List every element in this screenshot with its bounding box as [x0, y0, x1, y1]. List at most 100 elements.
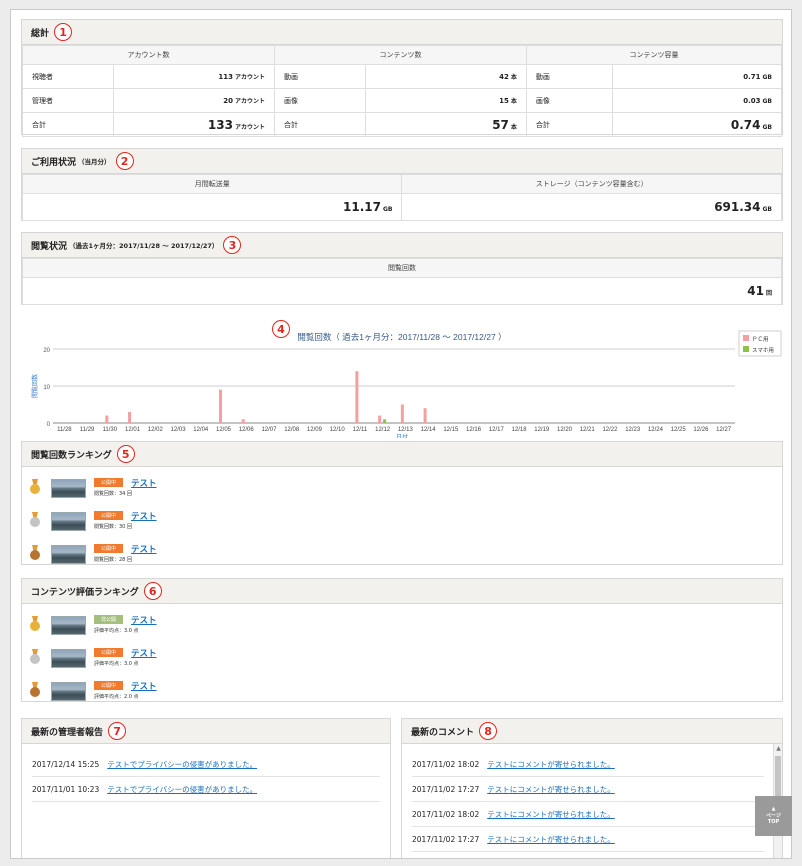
- legend-swatch: [743, 335, 749, 341]
- list-item-date: 2017/11/02 17:27: [412, 785, 480, 794]
- content-title-link[interactable]: テスト: [131, 614, 157, 626]
- row-label: 視聴者: [22, 64, 114, 89]
- value: 15: [499, 97, 509, 105]
- bar: [400, 404, 404, 423]
- row-label: 動画: [273, 64, 366, 89]
- views-table: 閲覧回数 41 回: [22, 258, 782, 305]
- content-thumbnail[interactable]: [51, 478, 86, 498]
- medal-bronze-icon: [30, 545, 40, 563]
- views-chart: 4 閲覧回数（ 過去1ヶ月分：2017/11/28 〜 2017/12/27 ）…: [21, 312, 783, 438]
- list-item-link[interactable]: テストでプライバシーの侵害がありました。: [107, 759, 257, 770]
- x-tick-label: 12/08: [284, 427, 300, 433]
- unit: アカウント: [234, 98, 265, 105]
- list-item-link[interactable]: テストにコメントが寄せられました。: [487, 809, 615, 820]
- x-tick-label: 12/05: [216, 427, 232, 433]
- content-title-link[interactable]: テスト: [131, 543, 157, 555]
- ranking-item: 公開中 テスト 閲覧回数：30 回: [30, 510, 214, 532]
- legend-label: スマホ用: [752, 347, 774, 354]
- list-item: 2017/11/02 17:27 テストにコメントが寄せられました。: [412, 828, 764, 852]
- x-tick-label: 12/23: [625, 427, 641, 433]
- value: 0.03: [743, 96, 761, 105]
- views-header: 閲覧状況 （過去1ヶ月分：2017/11/28 〜 2017/12/27） 3: [22, 233, 782, 258]
- status-badge: 非公開: [94, 615, 123, 624]
- x-tick-label: 12/26: [693, 427, 709, 433]
- content-stat: 閲覧回数：30 回: [94, 524, 132, 530]
- summary-title: 総計: [31, 28, 50, 39]
- usage-table: 月間転送量 ストレージ（コンテンツ容量含む） 11.17 GB 691.34 GB: [21, 174, 782, 221]
- x-tick-label: 12/09: [307, 427, 323, 433]
- value: 42: [499, 73, 509, 81]
- views-panel: 閲覧状況 （過去1ヶ月分：2017/11/28 〜 2017/12/27） 3 …: [21, 232, 783, 305]
- admin-reports-panel: 最新の管理者報告 7 2017/12/14 15:25 テストでプライバシーの侵害…: [21, 718, 391, 858]
- list-item-link[interactable]: テストにコメントが寄せられました。: [487, 759, 615, 770]
- content-thumbnail[interactable]: [51, 648, 86, 668]
- view-ranking-header: 閲覧回数ランキング 5: [22, 442, 782, 467]
- x-tick-label: 12/06: [239, 427, 255, 433]
- row-label: 合計: [525, 112, 613, 137]
- comments-title: 最新のコメント: [411, 727, 475, 738]
- list-item-date: 2017/11/02 17:27: [412, 835, 480, 844]
- table-row: 41 回: [22, 277, 782, 305]
- x-tick-label: 11/28: [57, 427, 72, 433]
- rating-ranking-header: コンテンツ評価ランキング 6: [22, 579, 782, 604]
- marker-5: 5: [116, 445, 135, 463]
- summary-header: 総計 1: [22, 20, 782, 45]
- bar: [383, 419, 387, 423]
- row-label: 合計: [273, 112, 366, 137]
- legend-label: ＰＣ用: [752, 336, 769, 343]
- x-tick-label: 11/29: [80, 427, 95, 433]
- legend-swatch: [743, 346, 749, 352]
- status-badge: 公開中: [94, 544, 123, 553]
- view-ranking-panel: 閲覧回数ランキング 5 公開中 テスト 閲覧回数：34 回公開中 テスト 閲覧回数：30…: [21, 441, 783, 565]
- bar: [241, 419, 245, 423]
- content-title-link[interactable]: テスト: [131, 510, 157, 522]
- header-transfer: 月間転送量: [21, 174, 403, 194]
- content-thumbnail[interactable]: [51, 544, 86, 564]
- x-tick-label: 12/17: [489, 427, 505, 433]
- content-title-link[interactable]: テスト: [131, 680, 157, 692]
- header-storage: ストレージ（コンテンツ容量含む）: [401, 174, 782, 194]
- content-title-link[interactable]: テスト: [131, 647, 157, 659]
- content-thumbnail[interactable]: [51, 615, 86, 635]
- x-tick-label: 12/07: [261, 427, 277, 433]
- row-label: 管理者: [22, 88, 114, 113]
- marker-7: 7: [108, 722, 127, 740]
- x-tick-label: 12/27: [716, 427, 732, 433]
- list-item-link[interactable]: テストにコメントが寄せられました。: [487, 834, 615, 845]
- summary-table: アカウント数 コンテンツ数 コンテンツ容量 視聴者 113 アカウント 動画 42…: [22, 45, 783, 137]
- bar: [128, 411, 132, 423]
- header-contents: コンテンツ数: [273, 45, 527, 65]
- unit: アカウント: [234, 123, 265, 131]
- content-title-link[interactable]: テスト: [131, 477, 157, 489]
- usage-title: ご利用状況: [31, 157, 77, 168]
- table-row: 視聴者 113 アカウント 動画 42 本 動画 0.71 GB: [22, 64, 783, 89]
- x-tick-label: 12/02: [148, 427, 164, 433]
- list-item: 2017/11/02 18:02 テストにコメントが寄せられました。: [412, 753, 764, 777]
- marker-8: 8: [479, 722, 498, 740]
- row-label: 動画: [525, 64, 613, 89]
- usage-subtitle: （当月分）: [78, 158, 111, 166]
- x-tick-label: 12/12: [375, 427, 391, 433]
- content-thumbnail[interactable]: [51, 681, 86, 701]
- page-top-button[interactable]: ▲ ページ TOP: [755, 796, 792, 836]
- usage-panel: ご利用状況 （当月分） 2 月間転送量 ストレージ（コンテンツ容量含む） 11.…: [21, 148, 783, 221]
- medal-silver-icon: [30, 512, 40, 530]
- table-row: 11.17 GB 691.34 GB: [21, 193, 782, 221]
- content-stat: 閲覧回数：28 回: [94, 557, 132, 563]
- x-axis-label: 日付: [396, 433, 408, 438]
- table-row: 管理者 20 アカウント 画像 15 本 画像 0.03 GB: [22, 88, 783, 113]
- row-label: 画像: [273, 88, 366, 113]
- bar: [105, 415, 109, 423]
- list-item-date: 2017/12/14 15:25: [32, 760, 100, 769]
- unit: GB: [762, 97, 773, 105]
- scroll-up-arrow-icon[interactable]: ▲: [774, 744, 783, 753]
- status-badge: 公開中: [94, 681, 123, 690]
- content-thumbnail[interactable]: [51, 511, 86, 531]
- value: 113: [218, 73, 233, 81]
- table-row: 合計 133 アカウント 合計 57 本 合計 0.74 GB: [22, 112, 783, 137]
- list-item-link[interactable]: テストでプライバシーの侵害がありました。: [107, 784, 257, 795]
- unit: アカウント: [234, 74, 265, 81]
- list-item-link[interactable]: テストにコメントが寄せられました。: [487, 784, 615, 795]
- x-tick-label: 12/25: [671, 427, 687, 433]
- status-badge: 公開中: [94, 478, 123, 487]
